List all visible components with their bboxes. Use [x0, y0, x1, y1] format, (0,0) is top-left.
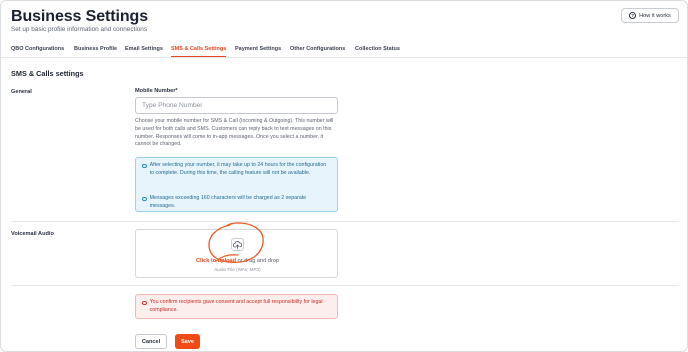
tab-email-settings[interactable]: Email Settings: [125, 46, 163, 52]
settings-tabs: QBO Configurations Business Profile Emai…: [1, 44, 687, 58]
question-circle-icon: ?: [629, 12, 637, 19]
info-text: Messages exceeding 160 characters will b…: [149, 195, 307, 209]
upload-instructions: Click to upload or drag and drop: [136, 258, 339, 264]
tab-business-profile[interactable]: Business Profile: [74, 46, 117, 52]
click-to-upload-link[interactable]: Click to upload: [196, 258, 236, 264]
info-item: Messages exceeding 160 characters will b…: [142, 195, 330, 211]
tab-other-configurations[interactable]: Other Configurations: [290, 46, 345, 52]
voicemail-audio-label: Voicemail Audio: [11, 231, 54, 237]
tab-sms-calls-settings[interactable]: SMS & Calls Settings: [171, 46, 227, 57]
info-item: After selecting your number, it may take…: [142, 162, 330, 178]
how-it-works-button[interactable]: ? How it works: [621, 8, 679, 23]
how-it-works-label: How it works: [639, 12, 671, 19]
warning-item: You confirm recipients gave consent and …: [142, 299, 335, 315]
info-text: After selecting your number, it may take…: [149, 162, 327, 176]
upload-cloud-icon: [231, 238, 244, 251]
mobile-number-help-text: Choose your mobile number for SMS & Call…: [135, 118, 334, 148]
tab-qbo-configurations[interactable]: QBO Configurations: [11, 46, 64, 52]
mobile-number-label: Mobile Number*: [135, 88, 178, 94]
info-circle-icon: [142, 196, 147, 202]
voicemail-upload-dropzone[interactable]: Click to upload or drag and drop Audio F…: [135, 229, 338, 278]
section-title: SMS & Calls settings: [11, 69, 84, 78]
warning-text: You confirm recipients gave consent and …: [149, 299, 323, 313]
upload-file-types: Audio File (WAV, MP3): [214, 267, 261, 272]
tab-collection-status[interactable]: Collection Status: [355, 46, 400, 52]
page-title: Business Settings: [11, 8, 149, 25]
cancel-button[interactable]: Cancel: [135, 334, 167, 349]
page-subtitle: Set up basic profile information and con…: [11, 26, 148, 33]
info-notice: After selecting your number, it may take…: [135, 157, 338, 212]
section-divider: [11, 285, 679, 286]
tab-payment-settings[interactable]: Payment Settings: [235, 46, 281, 52]
settings-page: Business Settings Set up basic profile i…: [0, 0, 688, 352]
general-label: General: [11, 89, 32, 95]
info-circle-icon: [142, 163, 147, 169]
save-button[interactable]: Save: [175, 334, 200, 349]
consent-warning: You confirm recipients gave consent and …: [135, 294, 338, 319]
phone-number-input[interactable]: [135, 97, 338, 114]
alert-circle-icon: [142, 300, 147, 306]
section-divider: [11, 221, 679, 222]
drag-and-drop-text: or drag and drop: [236, 258, 279, 264]
